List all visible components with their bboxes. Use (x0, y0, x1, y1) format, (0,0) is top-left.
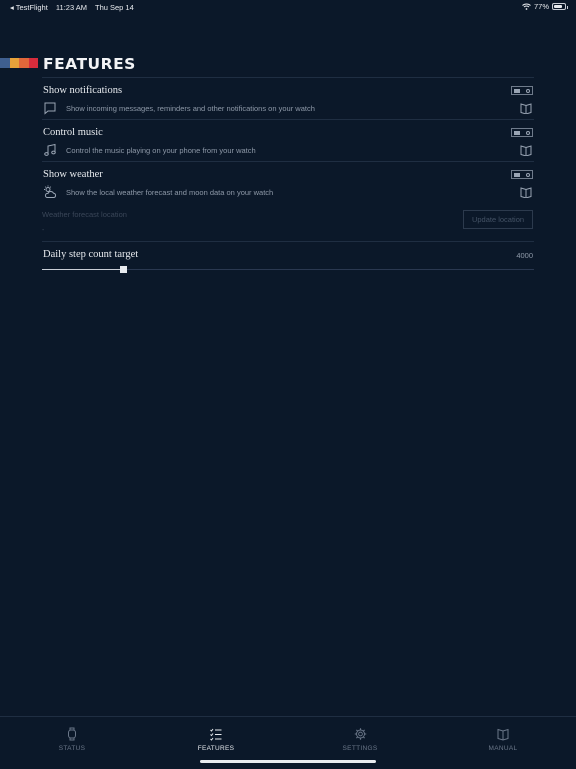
notifications-toggle[interactable] (511, 86, 533, 95)
wifi-icon (522, 3, 531, 10)
slider-thumb[interactable] (119, 266, 127, 273)
status-bar-left: ◂ TestFlight 11:23 AM Thu Sep 14 (10, 3, 140, 12)
divider (42, 241, 534, 242)
weather-toggle[interactable] (511, 170, 533, 179)
book-icon[interactable] (520, 186, 532, 198)
toggle-knob (514, 130, 520, 135)
divider (42, 77, 534, 78)
battery-icon (552, 3, 568, 10)
music-note-icon (44, 143, 56, 156)
feature-title-weather: Show weather (43, 169, 103, 180)
slider-fill (42, 269, 124, 270)
chat-bubble-icon (44, 102, 56, 115)
feature-desc-notifications: Show incoming messages, reminders and ot… (66, 104, 315, 113)
toggle-off-indicator (526, 172, 530, 177)
stripe-1 (0, 58, 10, 68)
tab-features[interactable]: FEATURES (176, 727, 256, 752)
book-icon (497, 728, 509, 741)
brand-stripes (0, 58, 38, 68)
stripe-3 (19, 58, 29, 68)
feature-desc-weather: Show the local weather forecast and moon… (66, 188, 274, 197)
toggle-off-indicator (526, 130, 530, 135)
checklist-icon (210, 728, 222, 741)
tab-settings[interactable]: SETTINGS (320, 727, 400, 752)
tab-manual-label: MANUAL (488, 745, 518, 752)
toggle-off-indicator (526, 88, 530, 93)
tab-features-label: FEATURES (197, 745, 235, 752)
status-date: Thu Sep 14 (95, 3, 134, 12)
status-bar: ◂ TestFlight 11:23 AM Thu Sep 14 77% (0, 0, 576, 14)
step-target-label: Daily step count target (43, 249, 139, 260)
book-icon[interactable] (520, 102, 532, 114)
watch-icon (68, 727, 76, 741)
stripe-4 (28, 58, 38, 68)
step-target-slider[interactable] (42, 266, 534, 273)
tab-manual[interactable]: MANUAL (463, 727, 543, 752)
battery-fill (554, 5, 562, 8)
step-target-value: 4000 (516, 251, 533, 260)
gear-icon (354, 728, 366, 740)
update-location-button[interactable]: Update location (463, 210, 533, 229)
toggle-knob (514, 88, 520, 93)
tab-status[interactable]: STATUS (32, 727, 112, 752)
back-to-app-link[interactable]: ◂ TestFlight (10, 3, 48, 12)
book-icon[interactable] (520, 144, 532, 156)
weather-icon (44, 185, 57, 198)
home-indicator[interactable] (200, 760, 376, 763)
status-bar-right: 77% (522, 2, 568, 11)
divider (42, 161, 534, 162)
feature-desc-music: Control the music playing on your phone … (66, 146, 256, 155)
weather-location-value: - (42, 227, 45, 234)
tab-status-label: STATUS (58, 745, 86, 752)
music-toggle[interactable] (511, 128, 533, 137)
feature-title-music: Control music (43, 127, 103, 138)
stripe-2 (9, 58, 19, 68)
weather-location-label: Weather forecast location (42, 210, 127, 219)
status-time: 11:23 AM (55, 3, 88, 12)
feature-title-notifications: Show notifications (43, 85, 123, 96)
page-title: FEATURES (43, 55, 136, 73)
page-header: FEATURES (0, 55, 576, 73)
tab-settings-label: SETTINGS (342, 745, 378, 752)
divider (42, 119, 534, 120)
toggle-knob (514, 172, 520, 177)
battery-percent: 77% (533, 2, 549, 11)
